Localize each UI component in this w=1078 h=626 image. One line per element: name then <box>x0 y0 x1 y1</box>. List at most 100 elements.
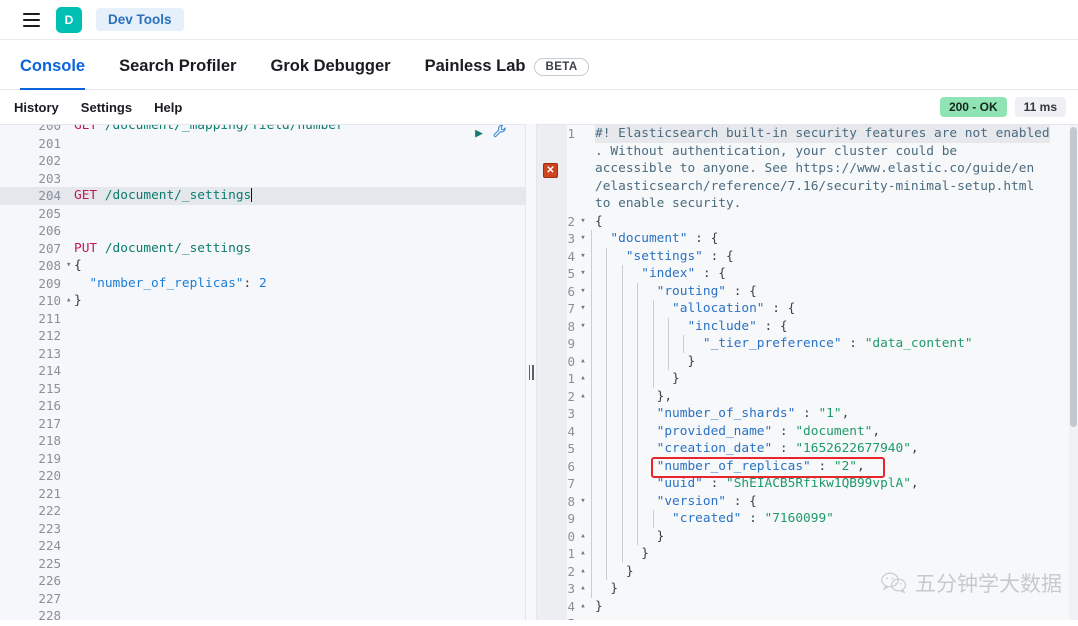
editor-line[interactable]: 210▴} <box>0 292 525 310</box>
response-line-highlighted[interactable]: 16 "number_of_replicas" : "2", <box>537 458 1078 476</box>
editor-line[interactable]: 212 <box>0 327 525 345</box>
error-x-icon[interactable]: ✕ <box>543 163 558 178</box>
breadcrumb[interactable]: Dev Tools <box>96 8 184 31</box>
editor-line[interactable]: 200GET /document/_mapping/field/number <box>0 124 525 135</box>
response-viewer[interactable]: ✕ 1#! Elasticsearch built-in security fe… <box>537 124 1078 620</box>
response-line[interactable]: 24▴} <box>537 598 1078 616</box>
editor-line[interactable]: 228 <box>0 607 525 620</box>
editor-line[interactable]: 227 <box>0 590 525 608</box>
editor-line[interactable]: 216 <box>0 397 525 415</box>
fold-close-icon[interactable]: ▴ <box>577 580 589 598</box>
response-line[interactable]: 21▴ } <box>537 545 1078 563</box>
fold-close-icon[interactable]: ▴ <box>577 563 589 581</box>
fold-open-icon[interactable]: ▾ <box>577 283 589 301</box>
fold-open-icon[interactable]: ▾ <box>577 265 589 283</box>
response-scrollbar[interactable] <box>1069 125 1078 620</box>
response-line[interactable]: 11▴ } <box>537 370 1078 388</box>
response-line[interactable]: 17 "uuid" : "ShEIACB5Rfikw1QB99vplA", <box>537 475 1078 493</box>
response-line[interactable]: 5▾ "index" : { <box>537 265 1078 283</box>
editor-gutter: 200 <box>0 124 66 135</box>
fold-open-icon[interactable]: ▾ <box>577 248 589 266</box>
subnav-item-settings[interactable]: Settings <box>81 100 132 115</box>
fold-close-icon[interactable]: ▴ <box>577 598 589 616</box>
fold-open-icon[interactable]: ▾ <box>577 493 589 511</box>
hamburger-icon[interactable] <box>18 7 44 33</box>
response-line[interactable]: 14 "provided_name" : "document", <box>537 423 1078 441</box>
editor-line[interactable]: 219 <box>0 450 525 468</box>
editor-line[interactable]: 209 "number_of_replicas": 2 <box>0 275 525 293</box>
response-line[interactable]: 13 "number_of_shards" : "1", <box>537 405 1078 423</box>
tab-grok-debugger[interactable]: Grok Debugger <box>270 57 390 89</box>
response-status-group: 200 - OK 11 ms <box>940 97 1066 117</box>
subnav-item-help[interactable]: Help <box>154 100 182 115</box>
tab-painless-lab[interactable]: Painless Lab BETA <box>425 57 589 89</box>
editor-gutter: 209 <box>0 275 66 293</box>
avatar[interactable]: D <box>56 7 82 33</box>
response-line[interactable]: 9 "_tier_preference" : "data_content" <box>537 335 1078 353</box>
indent-guide <box>606 265 607 283</box>
indent-guide <box>653 335 654 353</box>
editor-line[interactable]: 201 <box>0 135 525 153</box>
editor-line[interactable]: 218 <box>0 432 525 450</box>
response-line[interactable]: 15 "creation_date" : "1652622677940", <box>537 440 1078 458</box>
response-scrollbar-thumb[interactable] <box>1070 127 1077 427</box>
tab-search-profiler[interactable]: Search Profiler <box>119 57 236 89</box>
editor-line-number: 208 <box>10 257 66 275</box>
editor-line[interactable]: 223 <box>0 520 525 538</box>
subnav-item-history[interactable]: History <box>14 100 59 115</box>
response-line[interactable]: 4▾ "settings" : { <box>537 248 1078 266</box>
editor-line[interactable]: 215 <box>0 380 525 398</box>
editor-line[interactable]: 214 <box>0 362 525 380</box>
fold-close-icon[interactable]: ▴ <box>577 388 589 406</box>
editor-line[interactable]: 220 <box>0 467 525 485</box>
editor-line-number: 221 <box>10 485 66 503</box>
response-line[interactable]: 10▴ } <box>537 353 1078 371</box>
editor-line[interactable]: 217 <box>0 415 525 433</box>
editor-line[interactable]: 211 <box>0 310 525 328</box>
play-icon[interactable]: ▶ <box>475 127 483 140</box>
editor-line[interactable]: 207PUT /document/_settings <box>0 240 525 258</box>
editor-line[interactable]: 213 <box>0 345 525 363</box>
indent-guide <box>622 353 623 371</box>
editor-line[interactable]: 205 <box>0 205 525 223</box>
editor-line[interactable]: 221 <box>0 485 525 503</box>
console-panes: 200GET /document/_mapping/field/number20… <box>0 124 1078 620</box>
fold-open-icon[interactable]: ▾ <box>577 230 589 248</box>
fold-close-icon[interactable]: ▴ <box>577 528 589 546</box>
fold-open-icon[interactable]: ▾ <box>577 213 589 231</box>
response-line[interactable]: 6▾ "routing" : { <box>537 283 1078 301</box>
wrench-icon[interactable] <box>493 124 507 144</box>
editor-line-active[interactable]: 204GET /document/_settings▶ <box>0 187 525 205</box>
editor-line[interactable]: 225 <box>0 555 525 573</box>
response-line[interactable]: 3▾ "document" : { <box>537 230 1078 248</box>
response-line[interactable]: 19 "created" : "7160099" <box>537 510 1078 528</box>
indent-guide <box>591 265 592 283</box>
tab-console[interactable]: Console <box>20 57 85 89</box>
response-line[interactable]: 20▴ } <box>537 528 1078 546</box>
fold-close-icon[interactable]: ▴ <box>577 370 589 388</box>
response-line[interactable]: 8▾ "include" : { <box>537 318 1078 336</box>
editor-line[interactable]: 208▾{ <box>0 257 525 275</box>
editor-line[interactable]: 203 <box>0 170 525 188</box>
response-line[interactable]: 12▴ }, <box>537 388 1078 406</box>
fold-close-icon[interactable]: ▴ <box>577 353 589 371</box>
response-line-text: "routing" : { <box>589 283 757 301</box>
editor-gutter: 201 <box>0 135 66 153</box>
editor-line[interactable]: 202 <box>0 152 525 170</box>
fold-close-icon[interactable]: ▴ <box>577 545 589 563</box>
editor-line[interactable]: 224 <box>0 537 525 555</box>
fold-open-icon[interactable]: ▾ <box>577 318 589 336</box>
response-line[interactable]: 7▾ "allocation" : { <box>537 300 1078 318</box>
editor-line[interactable]: 222 <box>0 502 525 520</box>
editor-line-number: 218 <box>10 432 66 450</box>
request-editor[interactable]: 200GET /document/_mapping/field/number20… <box>0 124 525 620</box>
response-line[interactable]: 2▾{ <box>537 213 1078 231</box>
response-fold-slot <box>577 510 589 528</box>
pane-splitter[interactable] <box>525 124 537 620</box>
response-line[interactable]: 18▾ "version" : { <box>537 493 1078 511</box>
editor-line[interactable]: 206 <box>0 222 525 240</box>
response-warning-line: 1#! Elasticsearch built-in security feat… <box>537 125 1078 143</box>
fold-open-icon[interactable]: ▾ <box>577 300 589 318</box>
response-line[interactable]: 25 <box>537 615 1078 620</box>
editor-line[interactable]: 226 <box>0 572 525 590</box>
